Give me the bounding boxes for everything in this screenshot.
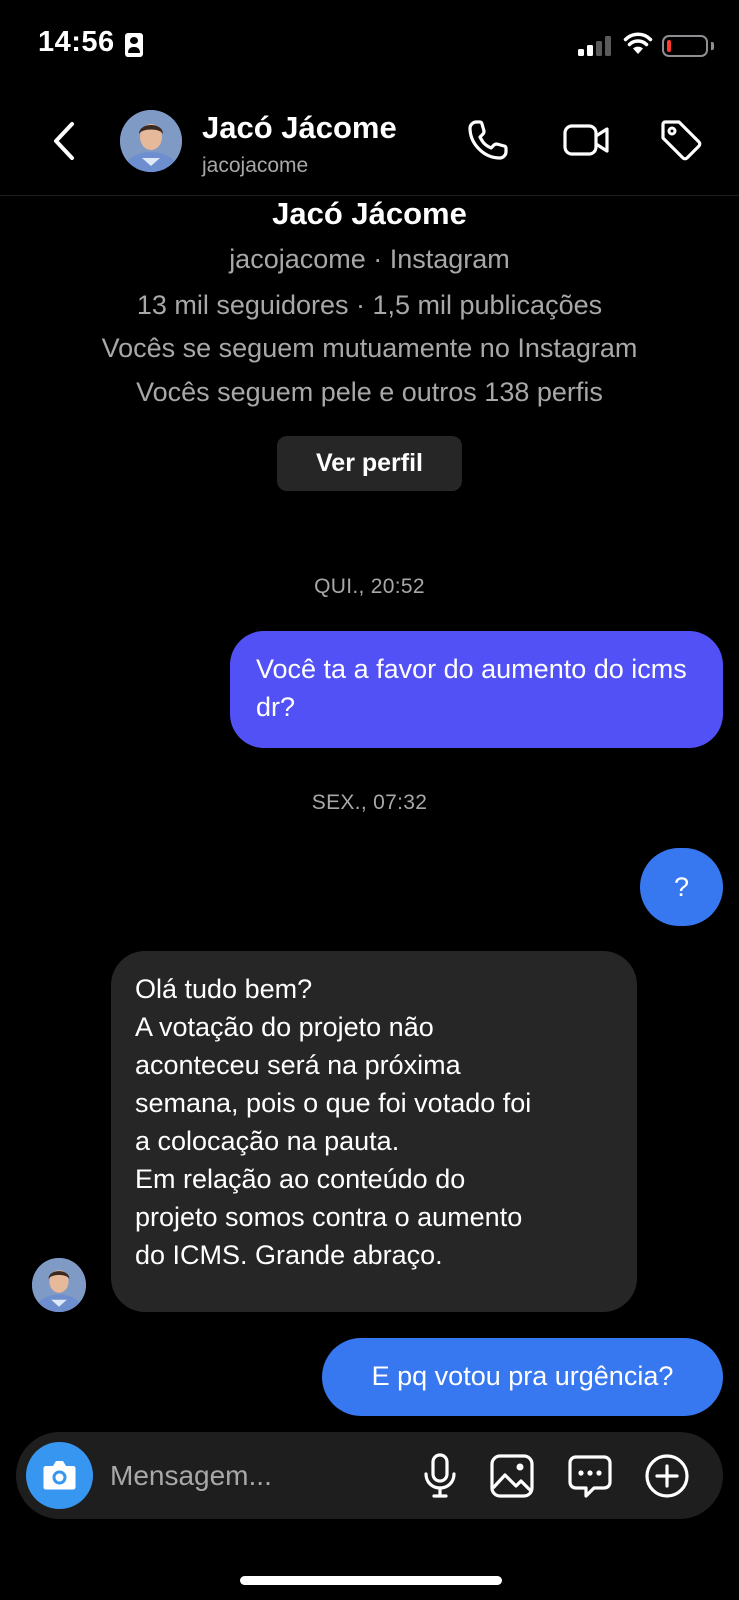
dm-conversation-screen: 14:56 Jacó Jácome jacojacome Jacó Jácome…	[0, 0, 739, 1600]
message-line: semana, pois o que foi votado foi	[135, 1088, 532, 1118]
chevron-left-icon[interactable]	[44, 116, 84, 166]
microphone-icon[interactable]	[414, 1450, 466, 1502]
battery-icon	[662, 35, 708, 57]
contact-username[interactable]: jacojacome	[202, 154, 308, 178]
outgoing-message[interactable]: ?	[640, 848, 723, 926]
status-time: 14:56	[38, 26, 115, 58]
profile-followed-by: Vocês seguem pele e outros 138 perfis	[136, 377, 603, 407]
contact-card-icon	[125, 33, 143, 57]
avatar[interactable]	[120, 110, 182, 172]
phone-icon[interactable]	[462, 114, 514, 166]
sticker-icon[interactable]	[564, 1450, 616, 1502]
chat-header: Jacó Jácome jacojacome	[0, 92, 739, 196]
video-camera-icon[interactable]	[560, 114, 612, 166]
sender-avatar[interactable]	[32, 1258, 86, 1312]
battery-cap	[711, 42, 714, 50]
message-line: Olá tudo bem?	[135, 974, 313, 1004]
message-line: do ICMS. Grande abraço.	[135, 1240, 443, 1270]
cellular-signal-icon	[578, 36, 614, 56]
outgoing-message[interactable]: Você ta a favor do aumento do icms dr?	[230, 631, 723, 748]
contact-name[interactable]: Jacó Jácome	[202, 110, 397, 146]
home-indicator[interactable]	[240, 1576, 502, 1585]
profile-handle: jacojacome · Instagram	[229, 244, 510, 274]
message-input[interactable]	[110, 1432, 370, 1519]
timestamp: QUI., 20:52	[314, 575, 425, 598]
gallery-icon[interactable]	[486, 1450, 538, 1502]
incoming-message[interactable]: Olá tudo bem? A votação do projeto não a…	[111, 951, 637, 1312]
profile-stats: 13 mil seguidores · 1,5 mil publicações	[136, 290, 603, 320]
outgoing-message[interactable]: E pq votou pra urgência?	[322, 1338, 723, 1416]
profile-name: Jacó Jácome	[272, 196, 467, 231]
status-bar: 14:56	[0, 0, 739, 92]
timestamp: SEX., 07:32	[311, 791, 428, 814]
profile-mutual-follow: Vocês se seguem mutuamente no Instagram	[101, 333, 638, 363]
message-line: aconteceu será na próxima	[135, 1050, 461, 1080]
battery-level	[667, 40, 671, 52]
plus-circle-icon[interactable]	[641, 1450, 693, 1502]
message-line: A votação do projeto não	[135, 1012, 434, 1042]
message-line: Em relação ao conteúdo do	[135, 1164, 466, 1194]
camera-icon	[43, 1461, 76, 1490]
message-composer	[16, 1432, 723, 1519]
view-profile-button[interactable]: Ver perfil	[277, 436, 462, 491]
message-line: projeto somos contra o aumento	[135, 1202, 523, 1232]
message-line: a colocação na pauta.	[135, 1126, 400, 1156]
wifi-icon	[623, 32, 653, 54]
camera-button[interactable]	[26, 1442, 93, 1509]
tag-icon[interactable]	[655, 114, 707, 166]
